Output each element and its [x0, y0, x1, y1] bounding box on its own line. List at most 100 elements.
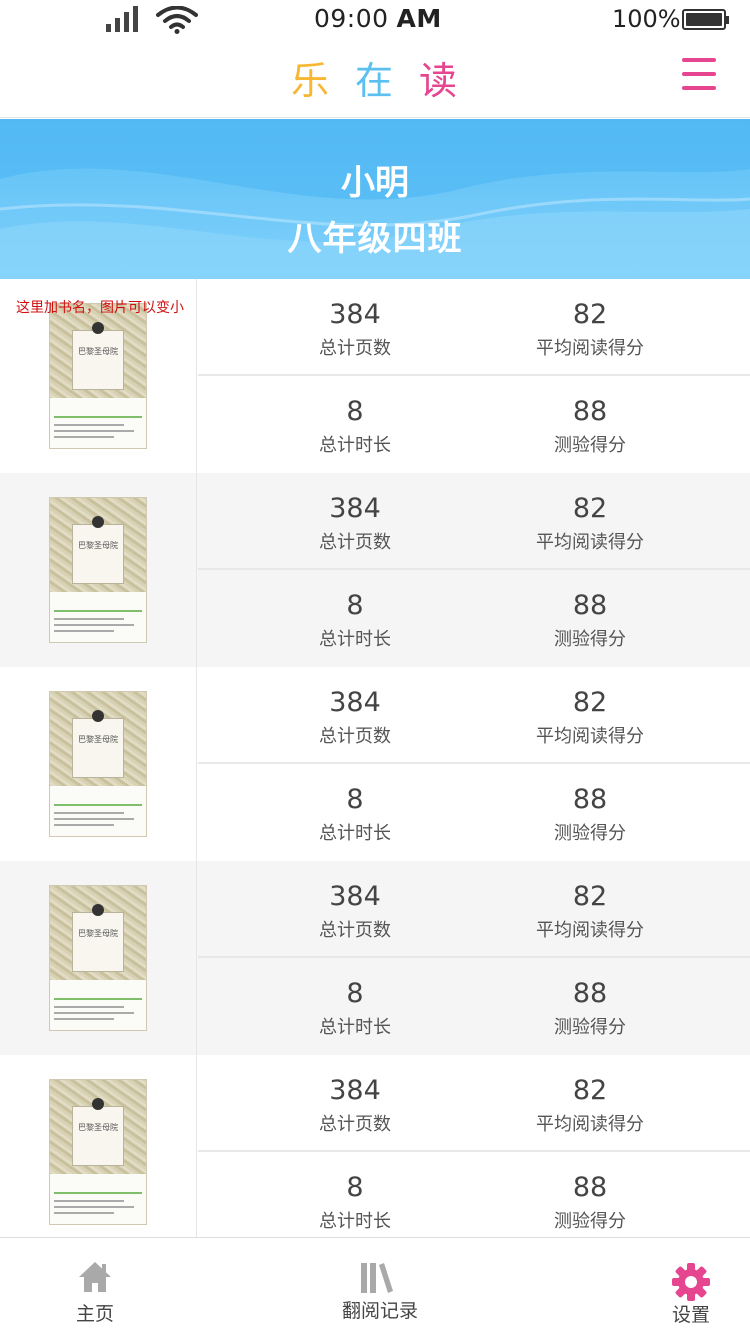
stat-label: 测验得分 [554, 1017, 626, 1038]
stat-label: 总计页数 [319, 920, 391, 941]
tab-reading-history[interactable]: 翻阅记录 [325, 1238, 435, 1334]
books-icon [361, 1263, 393, 1293]
stat-value: 82 [572, 493, 608, 524]
stat-value: 384 [329, 881, 381, 912]
average-score-stat: 82 平均阅读得分 [490, 1055, 690, 1152]
book-stats: 384 总计页数 82 平均阅读得分 8 总计时长 88 测验得分 [198, 473, 750, 667]
quiz-score-stat: 88 测验得分 [490, 570, 690, 667]
stat-label: 平均阅读得分 [536, 920, 644, 941]
stat-label: 总计时长 [319, 1211, 391, 1232]
stat-label: 测验得分 [554, 629, 626, 650]
logo-char-2: 在 [354, 59, 395, 103]
book-row[interactable]: 巴黎圣母院 384 总计页数 82 平均阅读得分 8 总计时长 88 测验得分 [0, 473, 750, 667]
stat-label: 平均阅读得分 [536, 532, 644, 553]
book-row[interactable]: 巴黎圣母院 这里加书名，图片可以变小 384 总计页数 82 平均阅读得分 8 总计时… [0, 279, 750, 473]
cover-title: 巴黎圣母院 [78, 541, 118, 550]
stat-value: 8 [346, 590, 364, 621]
stat-label: 总计页数 [319, 1114, 391, 1135]
total-time-stat: 8 总计时长 [255, 764, 455, 861]
book-row[interactable]: 巴黎圣母院 384 总计页数 82 平均阅读得分 8 总计时长 88 测验得分 [0, 667, 750, 861]
quiz-score-stat: 88 测验得分 [490, 764, 690, 861]
book-stats: 384 总计页数 82 平均阅读得分 8 总计时长 88 测验得分 [198, 861, 750, 1055]
book-cover-image[interactable]: 巴黎圣母院 [49, 497, 147, 643]
book-title-note: 这里加书名，图片可以变小 [16, 300, 184, 316]
book-cover-cell: 巴黎圣母院 [0, 1055, 197, 1249]
total-pages-stat: 384 总计页数 [255, 473, 455, 570]
app-logo: 乐在读 [0, 50, 750, 105]
stat-label: 测验得分 [554, 823, 626, 844]
clock-ampm: AM [396, 4, 442, 33]
home-icon [79, 1262, 111, 1292]
logo-char-3: 读 [419, 59, 460, 103]
total-time-stat: 8 总计时长 [255, 376, 455, 473]
student-class: 八年级四班 [287, 219, 463, 259]
total-time-stat: 8 总计时长 [255, 570, 455, 667]
stat-value: 8 [346, 784, 364, 815]
stat-value: 88 [572, 1172, 608, 1203]
clock-time: 09:00 [314, 4, 389, 33]
book-cover-image[interactable]: 巴黎圣母院 [49, 303, 147, 449]
stat-value: 8 [346, 1172, 364, 1203]
total-time-stat: 8 总计时长 [255, 958, 455, 1055]
stat-label: 平均阅读得分 [536, 1114, 644, 1135]
stat-label: 总计页数 [319, 338, 391, 359]
stat-label: 总计时长 [319, 435, 391, 456]
book-cover-image[interactable]: 巴黎圣母院 [49, 885, 147, 1031]
tab-label: 翻阅记录 [341, 1300, 418, 1322]
stat-value: 88 [572, 590, 608, 621]
quiz-score-stat: 88 测验得分 [490, 1152, 690, 1249]
total-pages-stat: 384 总计页数 [255, 667, 455, 764]
wifi-icon [156, 6, 198, 34]
tab-label: 主页 [75, 1303, 114, 1325]
average-score-stat: 82 平均阅读得分 [490, 667, 690, 764]
stat-label: 总计时长 [319, 629, 391, 650]
student-name: 小明 [341, 163, 409, 203]
average-score-stat: 82 平均阅读得分 [490, 279, 690, 376]
stat-label: 总计页数 [319, 532, 391, 553]
book-stats: 384 总计页数 82 平均阅读得分 8 总计时长 88 测验得分 [198, 1055, 750, 1249]
cellular-signal-icon [106, 6, 138, 32]
stat-value: 82 [572, 1075, 608, 1106]
logo-char-1: 乐 [290, 59, 331, 103]
total-time-stat: 8 总计时长 [255, 1152, 455, 1249]
book-list: 巴黎圣母院 这里加书名，图片可以变小 384 总计页数 82 平均阅读得分 8 总计时… [0, 279, 750, 1249]
battery-icon [682, 9, 729, 30]
total-pages-stat: 384 总计页数 [255, 861, 455, 958]
book-row[interactable]: 巴黎圣母院 384 总计页数 82 平均阅读得分 8 总计时长 88 测验得分 [0, 1055, 750, 1249]
stat-value: 88 [572, 396, 608, 427]
stat-label: 测验得分 [554, 435, 626, 456]
book-cover-cell: 巴黎圣母院 [0, 861, 197, 1055]
book-cover-cell: 巴黎圣母院 [0, 473, 197, 667]
stat-value: 88 [572, 784, 608, 815]
total-pages-stat: 384 总计页数 [255, 279, 455, 376]
battery-percentage: 100% [612, 5, 681, 33]
total-pages-stat: 384 总计页数 [255, 1055, 455, 1152]
stat-value: 82 [572, 687, 608, 718]
book-row[interactable]: 巴黎圣母院 384 总计页数 82 平均阅读得分 8 总计时长 88 测验得分 [0, 861, 750, 1055]
clock: 09:00 AM [314, 4, 442, 33]
stat-label: 总计时长 [319, 1017, 391, 1038]
stat-label: 总计页数 [319, 726, 391, 747]
book-stats: 384 总计页数 82 平均阅读得分 8 总计时长 88 测验得分 [198, 667, 750, 861]
stat-value: 8 [346, 978, 364, 1009]
stat-value: 384 [329, 1075, 381, 1106]
stat-value: 384 [329, 687, 381, 718]
hamburger-menu-icon[interactable] [682, 58, 716, 90]
book-cover-image[interactable]: 巴黎圣母院 [49, 691, 147, 837]
tab-home[interactable]: 主页 [40, 1238, 150, 1334]
stat-label: 总计时长 [319, 823, 391, 844]
stat-label: 测验得分 [554, 1211, 626, 1232]
bottom-tab-bar: 主页 翻阅记录 设置 [0, 1237, 750, 1334]
cover-title: 巴黎圣母院 [78, 929, 118, 938]
book-cover-image[interactable]: 巴黎圣母院 [49, 1079, 147, 1225]
quiz-score-stat: 88 测验得分 [490, 958, 690, 1055]
gear-icon [672, 1263, 710, 1301]
app-header: 乐在读 [0, 40, 750, 118]
stat-value: 88 [572, 978, 608, 1009]
book-cover-cell: 巴黎圣母院 [0, 667, 197, 861]
tab-settings[interactable]: 设置 [636, 1238, 746, 1334]
book-cover-cell: 巴黎圣母院 这里加书名，图片可以变小 [0, 279, 197, 473]
cover-title: 巴黎圣母院 [78, 735, 118, 744]
cover-title: 巴黎圣母院 [78, 347, 118, 356]
tab-label: 设置 [671, 1304, 710, 1326]
